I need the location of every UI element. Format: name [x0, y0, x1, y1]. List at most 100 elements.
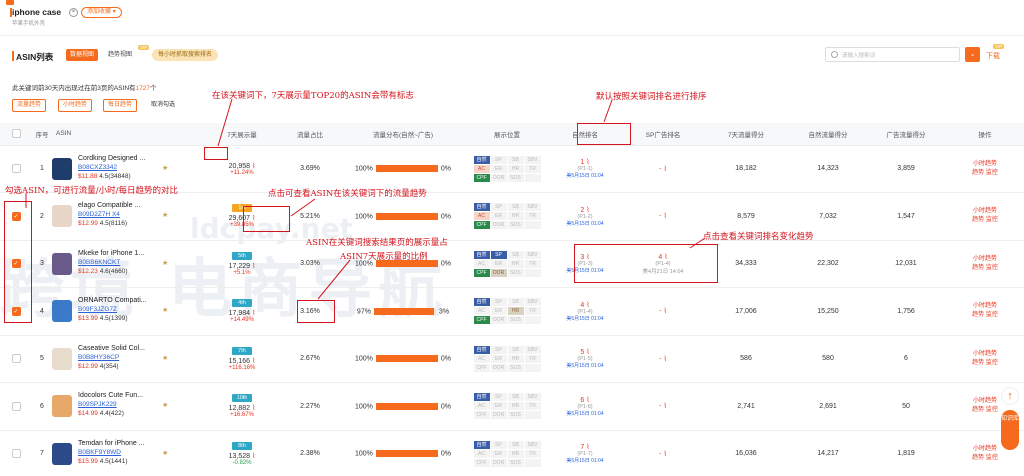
asin-link[interactable]: B0BB6KNCKT: [78, 259, 120, 266]
col-score-ad[interactable]: 广告流量得分: [866, 123, 946, 146]
sp-trend-icon[interactable]: ⌇: [663, 451, 666, 458]
row-select[interactable]: [0, 382, 32, 431]
natural-rank-cell[interactable]: 7 ⌇ (P1-7) 美5月15日 01:04: [546, 430, 624, 476]
trend-link[interactable]: 趋势: [972, 455, 984, 461]
score-natural: 14,217: [790, 430, 866, 476]
monitor-link[interactable]: 监控: [986, 360, 998, 366]
asin-link[interactable]: B0BKF9Y8WD: [78, 449, 121, 456]
product-title[interactable]: ORNARTO Compati...: [78, 297, 147, 304]
monitor-link[interactable]: 监控: [986, 265, 998, 271]
trend-icon[interactable]: ⌇: [252, 310, 255, 317]
score-7d: 16,036: [702, 430, 790, 476]
monitor-link[interactable]: 监控: [986, 455, 998, 461]
trend-icon[interactable]: ⌇: [252, 263, 255, 270]
sp-trend-icon[interactable]: ⌇: [663, 356, 666, 363]
rank-trend-icon[interactable]: ⌇: [586, 349, 589, 356]
hourly-crawl-button[interactable]: 每小时抓取搜索排名: [152, 49, 219, 61]
sp-rank-cell[interactable]: - ⌇: [624, 335, 702, 383]
row-checkbox[interactable]: [11, 164, 21, 174]
natural-rank-cell[interactable]: 5 ⌇ (P1-5) 美5月15日 01:04: [546, 335, 624, 383]
position-tag: SOS: [507, 173, 524, 182]
row-checkbox[interactable]: [11, 449, 21, 459]
trend-link[interactable]: 趋势: [972, 407, 984, 413]
col-score-natural[interactable]: 自然流量得分: [790, 123, 866, 146]
download-button[interactable]: 下载: [986, 51, 1000, 61]
trend-icon[interactable]: ⌇: [252, 405, 255, 412]
knowledge-base-button[interactable]: 知识库: [1001, 410, 1019, 450]
impressions-cell[interactable]: 10th 12,882 ⌇ +16.67%: [202, 382, 282, 431]
trend-icon[interactable]: ⌇: [252, 358, 255, 365]
impressions-cell[interactable]: 7th 15,166 ⌇ +116.16%: [202, 335, 282, 383]
monitor-link[interactable]: 监控: [986, 217, 998, 223]
col-impressions[interactable]: 7天展示量: [202, 123, 282, 146]
natural-rank-cell[interactable]: 2 ⌇ (P1-2) 美5月15日 01:04: [546, 192, 624, 241]
header-select-all[interactable]: [0, 123, 32, 146]
monitor-link[interactable]: 监控: [986, 170, 998, 176]
monitor-link[interactable]: 监控: [986, 407, 998, 413]
tab-trend-view[interactable]: 趋势视图: [108, 49, 132, 61]
tab-data-view[interactable]: 数据视图: [66, 49, 99, 61]
sp-trend-icon[interactable]: ⌇: [663, 403, 666, 410]
monitor-link[interactable]: 监控: [986, 312, 998, 318]
row-checkbox[interactable]: [11, 354, 21, 364]
rank-trend-icon[interactable]: ⌇: [586, 397, 589, 404]
asin-link[interactable]: B09SPJK229: [78, 401, 117, 408]
search-input[interactable]: 请输入搜索词: [825, 47, 960, 62]
asin-link[interactable]: B09F3JZG7Z: [78, 306, 117, 313]
scroll-top-button[interactable]: ↑: [1001, 387, 1019, 405]
col-score-7d[interactable]: 7天流量得分: [702, 123, 790, 146]
product-title[interactable]: Temdan for iPhone ...: [78, 440, 145, 447]
rank-trend-icon[interactable]: ⌇: [586, 444, 589, 451]
sp-trend-icon[interactable]: ⌇: [663, 166, 666, 173]
sp-rank-cell[interactable]: - ⌇: [624, 287, 702, 336]
chevron-down-icon[interactable]: ⌄: [965, 47, 980, 62]
natural-rank-cell[interactable]: 1 ⌇ (P1-1) 美5月15日 01:04: [546, 145, 624, 193]
row-select[interactable]: [0, 335, 32, 383]
rank-trend-icon[interactable]: ⌇: [586, 302, 589, 309]
col-sp-rank[interactable]: SP广告排名: [624, 123, 702, 146]
asin-link[interactable]: B09D2Z7H X4: [78, 211, 120, 218]
hourly-trend-button[interactable]: 小时趋势: [58, 99, 93, 112]
trend-icon[interactable]: ⌇: [252, 453, 255, 460]
sp-rank-cell[interactable]: - ⌇: [624, 382, 702, 431]
trend-icon[interactable]: ⌇: [252, 163, 255, 170]
sp-trend-icon[interactable]: ⌇: [663, 308, 666, 315]
add-favorite-button[interactable]: 添加收藏 ▾: [81, 7, 122, 18]
impressions-cell[interactable]: 4th 17,984 ⌇ +14.49%: [202, 287, 282, 336]
hourly-trend-link[interactable]: 小时趋势: [946, 350, 1024, 359]
hourly-trend-link[interactable]: 小时趋势: [946, 302, 1024, 311]
impressions-cell[interactable]: 8th 13,528 ⌇ -0.82%: [202, 430, 282, 476]
row-select[interactable]: [0, 430, 32, 476]
product-title[interactable]: Mkeke for iPhone 1...: [78, 250, 144, 257]
product-title[interactable]: Cordking Designed ...: [78, 155, 145, 162]
traffic-trend-button[interactable]: 流量趋势: [12, 99, 47, 112]
trend-link[interactable]: 趋势: [972, 170, 984, 176]
sp-rank-cell[interactable]: - ⌇: [624, 430, 702, 476]
sp-rank-cell[interactable]: - ⌇: [624, 145, 702, 193]
natural-rank-cell[interactable]: 6 ⌇ (P1-6) 美5月15日 01:04: [546, 382, 624, 431]
select-all-checkbox[interactable]: [11, 129, 21, 139]
sp-trend-icon[interactable]: ⌇: [663, 213, 666, 220]
asin-link[interactable]: B0B8HY36CP: [78, 354, 119, 361]
daily-trend-button[interactable]: 每日趋势: [103, 99, 138, 112]
hourly-trend-link[interactable]: 小时趋势: [946, 255, 1024, 264]
cancel-select-button[interactable]: 取消勾选: [147, 99, 179, 112]
rank-trend-icon[interactable]: ⌇: [586, 159, 589, 166]
impressions-cell[interactable]: 5th 17,229 ⌇ +5.1%: [202, 240, 282, 288]
trend-link[interactable]: 趋势: [972, 360, 984, 366]
product-title[interactable]: elago Compatible ...: [78, 202, 140, 209]
col-traffic-share[interactable]: 流量占比: [282, 123, 338, 146]
rank-trend-icon[interactable]: ⌇: [586, 207, 589, 214]
asin-link[interactable]: B08CXZ3342: [78, 164, 117, 171]
trend-link[interactable]: 趋势: [972, 217, 984, 223]
row-checkbox[interactable]: [11, 401, 21, 411]
hourly-trend-link[interactable]: 小时趋势: [946, 160, 1024, 169]
natural-rank-cell[interactable]: 4 ⌇ (P1-4) 美5月15日 01:04: [546, 287, 624, 336]
trend-link[interactable]: 趋势: [972, 312, 984, 318]
sp-rank-cell[interactable]: - ⌇: [624, 192, 702, 241]
product-title[interactable]: Idocolors Cute Fun...: [78, 392, 143, 399]
close-icon[interactable]: ×: [69, 8, 78, 17]
product-title[interactable]: Caseative Solid Col...: [78, 345, 145, 352]
hourly-trend-link[interactable]: 小时趋势: [946, 207, 1024, 216]
trend-link[interactable]: 趋势: [972, 265, 984, 271]
